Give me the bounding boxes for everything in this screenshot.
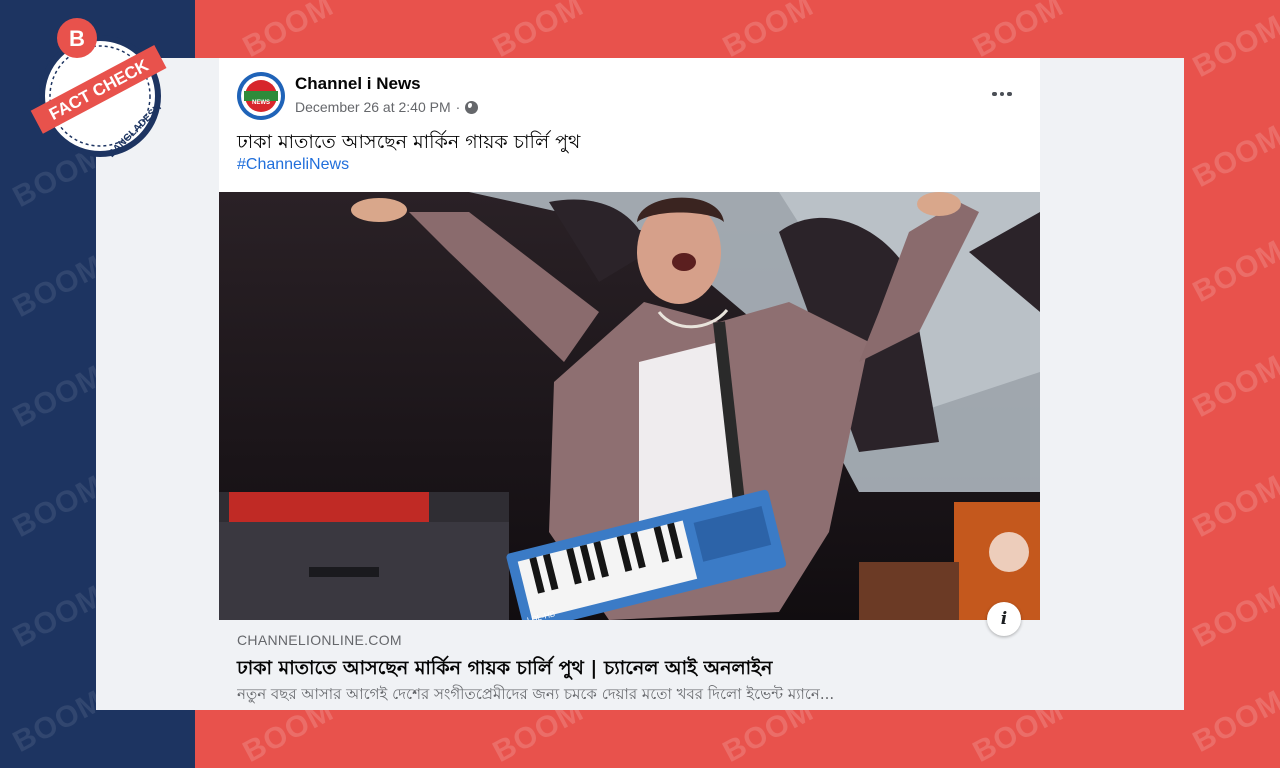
more-options-icon[interactable] [990,82,1014,106]
page-avatar[interactable]: NEWS [237,72,285,120]
post-timestamp[interactable]: December 26 at 2:40 PM [295,99,451,115]
globe-icon[interactable] [465,100,479,114]
badge-letter: B [69,26,85,51]
info-icon[interactable]: i [987,602,1021,636]
fact-check-badge-icon: B FACT CHECK BANGLADESH [22,14,172,164]
link-description: নতুন বছর আসার আগেই দেশের সংগীতপ্রেমীদের … [237,685,835,703]
link-title[interactable]: ঢাকা মাতাতে আসছেন মার্কিন গায়ক চার্লি প… [237,654,772,686]
link-preview[interactable]: CHANNELIONLINE.COM ঢাকা মাতাতে আসছেন মার… [219,620,1040,710]
post-image[interactable]: LDL-HB [219,192,1040,620]
link-domain: CHANNELIONLINE.COM [237,632,402,648]
avatar-logo-text: NEWS [252,100,270,106]
facebook-post-card: NEWS Channel i News December 26 at 2:40 … [219,58,1040,710]
post-meta: December 26 at 2:40 PM · [295,99,479,115]
hashtag-link[interactable]: #ChanneliNews [237,156,349,174]
page-name-link[interactable]: Channel i News [295,74,421,94]
channel-logo-icon: NEWS [241,76,281,116]
meta-separator: · [455,99,461,115]
